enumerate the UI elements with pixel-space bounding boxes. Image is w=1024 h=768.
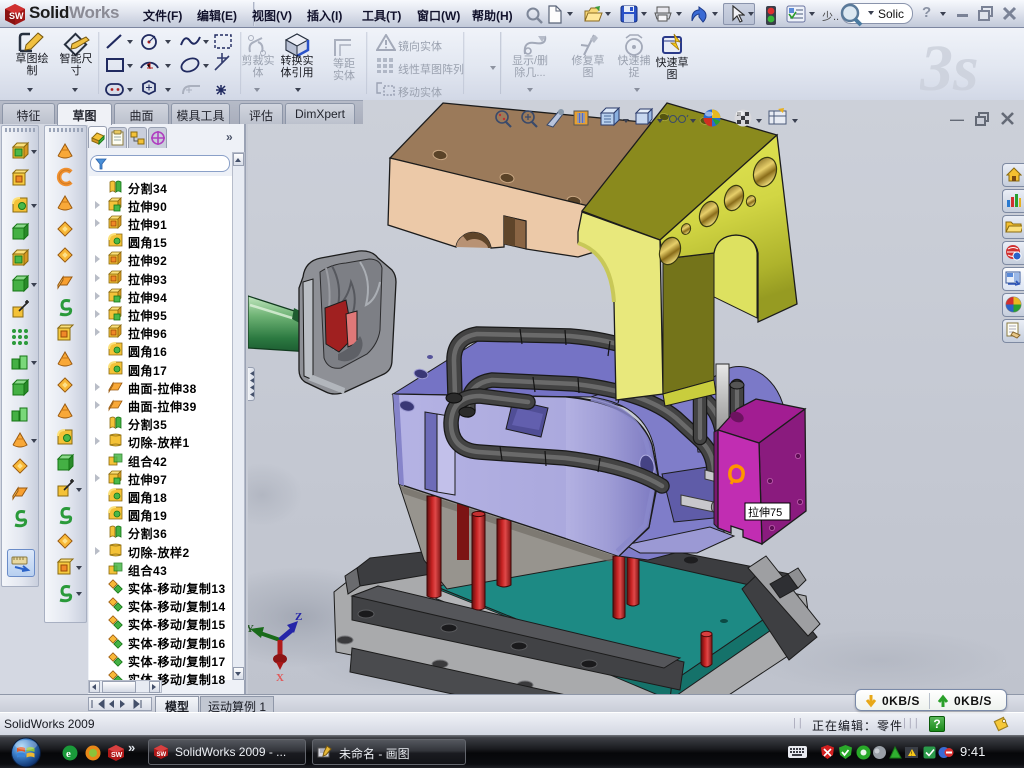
svg-text:!: !: [911, 752, 912, 758]
svg-text:e: e: [66, 748, 71, 760]
svg-text:X: X: [276, 672, 284, 684]
svg-text:Y: Y: [248, 623, 254, 635]
svg-text:3s: 3s: [920, 32, 979, 100]
svg-text:SW: SW: [111, 752, 123, 759]
svg-text:SW: SW: [9, 11, 24, 21]
svg-text:拉伸75: 拉伸75: [748, 505, 782, 519]
svg-text:Z: Z: [295, 611, 302, 623]
svg-text:SW: SW: [157, 752, 167, 758]
